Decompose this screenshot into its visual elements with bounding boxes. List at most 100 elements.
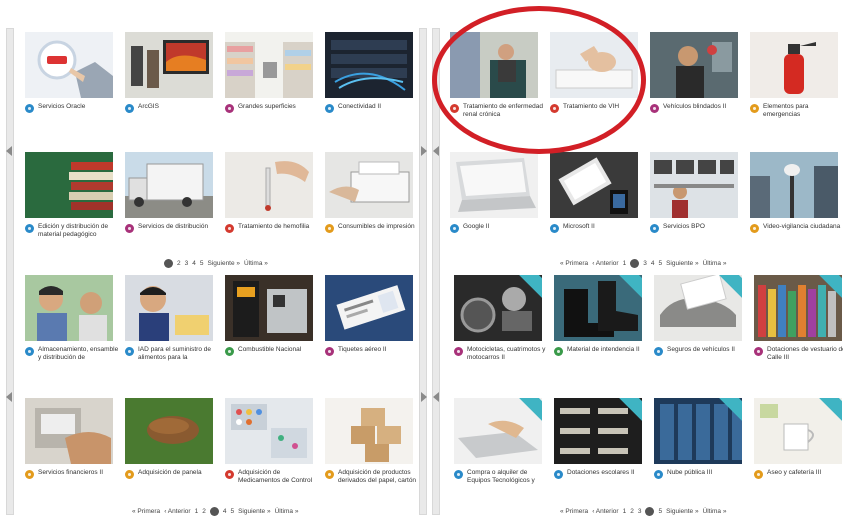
card-label[interactable]: Tratamiento de hemofilia [238, 223, 309, 231]
product-card[interactable]: Google II [450, 152, 546, 233]
card-label[interactable]: Conectividad II [338, 103, 381, 111]
right-panel-scrollbar[interactable] [432, 28, 440, 515]
boxes-image[interactable] [325, 398, 413, 464]
pager-page-link[interactable]: 4 [192, 260, 196, 267]
pager-page-link[interactable]: 1 [195, 508, 199, 515]
product-card[interactable]: Video-vigilancia ciudadana [750, 152, 843, 233]
pager-page-link[interactable]: 3 [185, 260, 189, 267]
arcgis-image[interactable] [125, 32, 213, 98]
product-card[interactable]: ArcGIS [125, 32, 221, 113]
call-center-image[interactable] [650, 152, 738, 218]
card-label[interactable]: Combustible Nacional [238, 346, 301, 354]
card-label[interactable]: Servicios financieros II [38, 469, 103, 477]
typing-laptop-image[interactable] [454, 398, 542, 464]
data-center-image[interactable] [654, 398, 742, 464]
thread-spools-image[interactable] [754, 275, 842, 341]
pager-page-link[interactable]: 2 [630, 508, 634, 515]
card-label[interactable]: Consumibles de impresión [338, 223, 415, 231]
product-card[interactable]: Servicios financieros II [25, 398, 121, 479]
card-label[interactable]: Servicios Oracle [38, 103, 85, 111]
pager-current-page[interactable] [164, 259, 173, 268]
panela-image[interactable] [125, 398, 213, 464]
product-card[interactable]: Elementos para emergencias [750, 32, 843, 119]
product-card[interactable]: Nube pública III [654, 398, 750, 479]
card-label[interactable]: Compra o alquiler de Equipos Tecnológico… [467, 469, 550, 485]
books-image[interactable] [25, 152, 113, 218]
pager-current-page[interactable] [630, 259, 640, 268]
card-label[interactable]: Almacenamiento, ensamble y distribución … [38, 346, 121, 362]
school-desks-image[interactable] [554, 398, 642, 464]
pager-page-link[interactable]: 5 [200, 260, 204, 267]
pager-first-link[interactable]: « Primera [560, 508, 588, 515]
prev-arrow-icon[interactable] [433, 392, 439, 402]
supermarket-image[interactable] [225, 32, 313, 98]
pager-page-link[interactable]: 4 [651, 260, 655, 267]
pager-last-link[interactable]: Última » [244, 260, 268, 267]
product-card[interactable]: Motocicletas, cuatrimotos y motocarros I… [454, 275, 550, 362]
fire-extinguisher-image[interactable] [750, 32, 838, 98]
laptop-image[interactable] [450, 152, 538, 218]
motorcycle-image[interactable] [454, 275, 542, 341]
pager-next-link[interactable]: Siguiente » [208, 260, 241, 267]
pager-page-link[interactable]: 2 [202, 508, 206, 515]
oracle-touch-image[interactable] [25, 32, 113, 98]
card-label[interactable]: Tiquetes aéreo II [338, 346, 387, 354]
printer-image[interactable] [325, 152, 413, 218]
card-label[interactable]: Elementos para emergencias [763, 103, 843, 119]
schoolboy-image[interactable] [125, 275, 213, 341]
atm-image[interactable] [25, 398, 113, 464]
card-label[interactable]: Adquisición de panela [138, 469, 202, 477]
product-card[interactable]: Adquisición de productos derivados del p… [325, 398, 421, 485]
server-cables-image[interactable] [325, 32, 413, 98]
plane-ticket-image[interactable] [325, 275, 413, 341]
hospital-bed-image[interactable] [550, 32, 638, 98]
next-arrow-icon[interactable] [421, 146, 427, 156]
card-label[interactable]: Google II [463, 223, 489, 231]
product-card[interactable]: Servicios de distribución [125, 152, 221, 233]
pager-last-link[interactable]: Última » [703, 508, 727, 515]
pager-last-link[interactable]: Última » [703, 260, 727, 267]
prev-arrow-icon[interactable] [6, 146, 12, 156]
card-label[interactable]: Motocicletas, cuatrimotos y motocarros I… [467, 346, 550, 362]
card-label[interactable]: Video-vigilancia ciudadana [763, 223, 840, 231]
pager-last-link[interactable]: Última » [275, 508, 299, 515]
pills-image[interactable] [225, 398, 313, 464]
fuel-pump-image[interactable] [225, 275, 313, 341]
product-card[interactable]: Tratamiento de VIH [550, 32, 646, 113]
product-card[interactable]: Combustible Nacional [225, 275, 321, 356]
card-label[interactable]: Seguros de vehículos II [667, 346, 735, 354]
pager-next-link[interactable]: Siguiente » [238, 508, 271, 515]
tablet-desk-image[interactable] [550, 152, 638, 218]
dialysis-patient-image[interactable] [450, 32, 538, 98]
card-label[interactable]: Aseo y cafetería III [767, 469, 821, 477]
card-label[interactable]: Tratamiento de VIH [563, 103, 619, 111]
product-card[interactable]: Adquisición de panela [125, 398, 221, 479]
pager-page-link[interactable]: 5 [658, 508, 662, 515]
truck-image[interactable] [125, 152, 213, 218]
card-label[interactable]: Grandes superficies [238, 103, 296, 111]
pager-page-link[interactable]: 4 [223, 508, 227, 515]
product-card[interactable]: Grandes superficies [225, 32, 321, 113]
card-label[interactable]: Microsoft II [563, 223, 595, 231]
product-card[interactable]: Vehículos blindados II [650, 32, 746, 113]
product-card[interactable]: Seguros de vehículos II [654, 275, 750, 356]
product-card[interactable]: Adquisición de Medicamentos de Control [225, 398, 321, 485]
pager-prev-link[interactable]: ‹ Anterior [164, 508, 190, 515]
card-label[interactable]: Material de intendencia II [567, 346, 640, 354]
card-label[interactable]: Adquisición de productos derivados del p… [338, 469, 421, 485]
card-label[interactable]: Servicios de distribución [138, 223, 208, 231]
product-card[interactable]: Servicios BPO [650, 152, 746, 233]
product-card[interactable]: Tiquetes aéreo II [325, 275, 421, 356]
armored-vehicle-driver-image[interactable] [650, 32, 738, 98]
pager-current-page[interactable] [645, 507, 655, 516]
product-card[interactable]: Consumibles de impresión [325, 152, 421, 233]
product-card[interactable]: Conectividad II [325, 32, 421, 113]
card-label[interactable]: Adquisición de Medicamentos de Control [238, 469, 321, 485]
prev-arrow-icon[interactable] [433, 146, 439, 156]
card-label[interactable]: ArcGIS [138, 103, 159, 111]
pager-page-link[interactable]: 1 [623, 260, 627, 267]
car-insurance-image[interactable] [654, 275, 742, 341]
card-label[interactable]: Edición y distribución de material pedag… [38, 223, 121, 239]
security-camera-image[interactable] [750, 152, 838, 218]
product-card[interactable]: IAD para el suministro de alimentos para… [125, 275, 221, 362]
